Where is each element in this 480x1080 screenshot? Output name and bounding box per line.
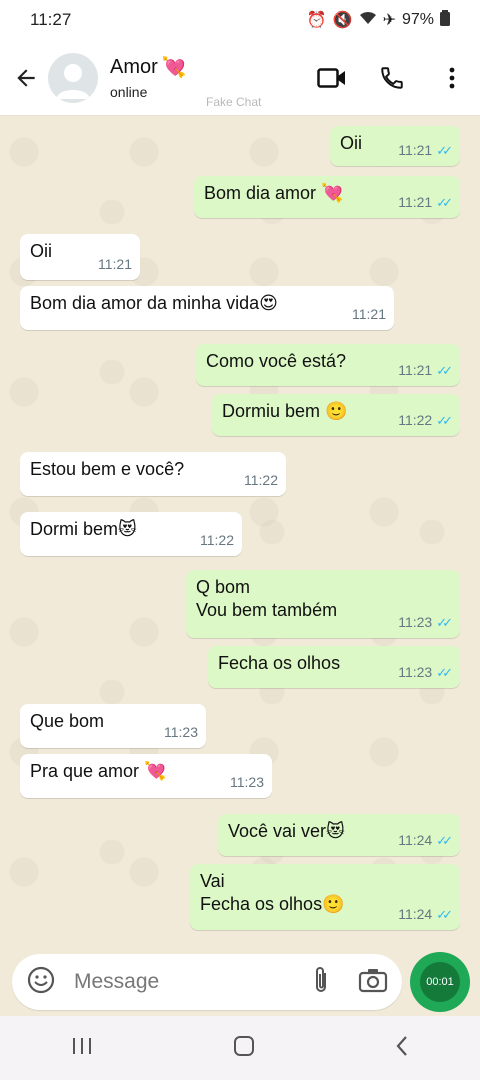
attach-button[interactable] (310, 965, 332, 1000)
message-bubble-incoming[interactable]: Pra que amor 💘 11:23 (20, 754, 272, 798)
message-bubble-outgoing[interactable]: Você vai ver😻 11:24 ✓✓ (218, 814, 460, 856)
message-bubble-outgoing[interactable]: Vai Fecha os olhos🙂 11:24 ✓✓ (190, 864, 460, 930)
battery-level: 97% (401, 11, 434, 28)
paperclip-icon (316, 966, 326, 992)
kebab-menu-icon (449, 67, 455, 88)
back-button[interactable] (4, 56, 48, 100)
status-bar: 11:27 ⏰ 🔇 ✈ 97% (0, 0, 480, 40)
read-ticks-icon: ✓✓ (436, 907, 453, 922)
message-text: Estou bem e você? (30, 459, 185, 479)
message-text: Pra que amor 💘 (30, 761, 167, 781)
message-time: 11:21 (398, 142, 433, 158)
message-time: 11:22 (244, 472, 278, 488)
status-time: 11:27 (30, 10, 72, 29)
recording-indicator: 00:01 (420, 962, 460, 1002)
message-time: 11:24 (398, 832, 433, 848)
contact-name: Amor (110, 56, 158, 78)
message-bubble-outgoing[interactable]: Como você está? 11:21 ✓✓ (196, 344, 460, 386)
input-bar: 00:01 (0, 950, 480, 1016)
video-camera-icon (317, 67, 345, 88)
status-icons: ⏰ 🔇 ✈ 97% (306, 9, 450, 31)
message-time: 11:21 (352, 306, 386, 322)
message-time: 11:22 (398, 412, 433, 428)
message-time: 11:21 (398, 194, 433, 210)
more-options-button[interactable] (434, 60, 470, 96)
header-actions (314, 60, 470, 96)
battery-icon (440, 9, 450, 31)
read-ticks-icon: ✓✓ (436, 413, 453, 428)
read-ticks-icon: ✓✓ (436, 665, 453, 680)
watermark: Fake Chat (206, 95, 262, 109)
message-bubble-outgoing[interactable]: Fecha os olhos 11:23 ✓✓ (208, 646, 460, 688)
recent-apps-button[interactable] (70, 1036, 94, 1061)
read-ticks-icon: ✓✓ (436, 615, 453, 630)
message-bubble-outgoing[interactable]: Dormiu bem 🙂 11:22 ✓✓ (212, 394, 460, 436)
message-time: 11:24 (398, 906, 433, 922)
message-time: 11:23 (230, 774, 264, 790)
message-bubble-incoming[interactable]: Que bom 11:23 (20, 704, 206, 748)
message-input[interactable] (74, 970, 274, 994)
emoji-button[interactable] (26, 965, 56, 1000)
home-icon (233, 1035, 254, 1056)
phone-icon (381, 66, 403, 89)
read-ticks-icon: ✓✓ (436, 833, 453, 848)
read-ticks-icon: ✓✓ (436, 195, 453, 210)
recents-icon (72, 1037, 91, 1054)
sticker-emoji-icon (27, 966, 55, 993)
back-arrow-icon (17, 68, 35, 87)
message-bubble-outgoing[interactable]: Q bom Vou bem também 11:23 ✓✓ (186, 570, 460, 638)
avatar[interactable] (48, 52, 98, 103)
message-text: Bom dia amor da minha vida😍 (30, 293, 278, 313)
record-button[interactable]: 00:01 (410, 952, 470, 1012)
voice-call-button[interactable] (374, 60, 410, 96)
camera-icon (358, 968, 388, 992)
message-time: 11:23 (398, 614, 433, 630)
default-avatar-icon (56, 63, 90, 99)
message-time: 11:22 (200, 532, 234, 548)
message-composer (12, 954, 402, 1010)
message-time: 11:23 (398, 664, 433, 680)
message-time: 11:21 (398, 362, 433, 378)
back-nav-button[interactable] (394, 1035, 410, 1062)
message-bubble-incoming[interactable]: Dormi bem😻 11:22 (20, 512, 242, 556)
chat-area[interactable]: Oii 11:21 ✓✓ Bom dia amor 💘 11:21 ✓✓ Oii 1… (0, 116, 480, 950)
mute-icon: 🔇 (332, 12, 353, 29)
message-bubble-incoming[interactable]: Bom dia amor da minha vida😍 11:21 (20, 286, 394, 330)
camera-button[interactable] (358, 967, 388, 998)
read-ticks-icon: ✓✓ (436, 143, 453, 158)
message-bubble-outgoing[interactable]: Bom dia amor 💘 11:21 ✓✓ (194, 176, 460, 218)
read-ticks-icon: ✓✓ (436, 363, 453, 378)
chevron-left-icon (396, 1035, 408, 1056)
home-button[interactable] (233, 1035, 255, 1062)
heart-arrow-emoji: 💘 (161, 57, 187, 79)
system-nav-bar (0, 1016, 480, 1080)
wifi-icon (359, 11, 377, 30)
airplane-icon: ✈ (382, 12, 396, 29)
message-time: 11:23 (164, 724, 198, 740)
message-bubble-outgoing[interactable]: Oii 11:21 ✓✓ (330, 126, 460, 166)
message-bubble-incoming[interactable]: Estou bem e você? 11:22 (20, 452, 286, 496)
recording-time: 00:01 (426, 976, 454, 988)
contact-info[interactable]: Amor 💘 online (110, 55, 314, 100)
message-bubble-incoming[interactable]: Oii 11:21 (20, 234, 140, 280)
message-time: 11:21 (98, 256, 132, 272)
video-call-button[interactable] (314, 60, 350, 96)
alarm-icon: ⏰ (306, 12, 327, 29)
